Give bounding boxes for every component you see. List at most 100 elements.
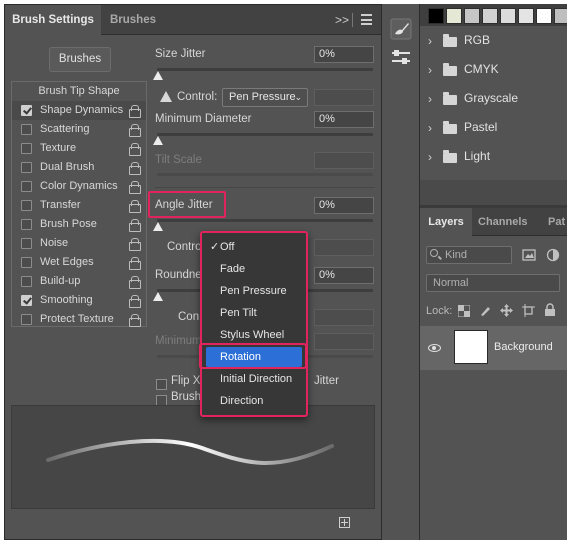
menu-item-pen-tilt[interactable]: Pen Tilt [206,303,302,323]
image-filter-icon[interactable] [522,248,536,262]
lock-position-icon[interactable] [500,304,513,317]
size-jitter-slider[interactable] [157,68,373,71]
flip-x-jitter-checkbox[interactable] [156,379,167,390]
brush-option-smoothing[interactable]: Smoothing [12,291,146,310]
brush-option-noise[interactable]: Noise [12,234,146,253]
swatch-7[interactable] [554,8,567,24]
swatch-3[interactable] [482,8,498,24]
swatch-4[interactable] [500,8,516,24]
menu-item-stylus-wheel[interactable]: Stylus Wheel [206,325,302,345]
menu-item-initial-direction[interactable]: Initial Direction [206,369,302,389]
brush-option-wet-edges[interactable]: Wet Edges [12,253,146,272]
swatch-group-cmyk[interactable]: › CMYK [420,57,567,86]
option-checkbox[interactable] [21,295,32,306]
lock-icon[interactable] [129,143,141,156]
tab-brush-settings[interactable]: Brush Settings [5,5,101,35]
layer-name: Background [494,341,553,353]
adjustment-filter-icon[interactable] [546,248,560,262]
brushes-button[interactable]: Brushes [49,47,111,72]
lock-icon[interactable] [129,314,141,327]
create-new-brush-icon[interactable] [339,517,350,528]
option-checkbox[interactable] [21,257,32,268]
brush-option-texture[interactable]: Texture [12,139,146,158]
option-checkbox[interactable] [21,162,32,173]
lock-icon[interactable] [129,257,141,270]
brush-option-scattering[interactable]: Scattering [12,120,146,139]
chevron-right-icon: › [428,92,432,106]
brush-option-shape-dynamics[interactable]: Shape Dynamics [12,101,146,120]
tab-paths[interactable]: Pat [548,208,565,236]
option-checkbox[interactable] [21,219,32,230]
option-label: Transfer [40,199,81,211]
brush-presets-icon[interactable] [390,48,412,66]
option-checkbox[interactable] [21,276,32,287]
swatch-group-grayscale[interactable]: › Grayscale [420,86,567,115]
swatch-group-label: Grayscale [464,91,519,105]
menu-item-off[interactable]: ✓ Off [206,237,302,257]
minimum-roundness-label: Minimum [155,335,202,347]
option-checkbox[interactable] [21,143,32,154]
tab-channels[interactable]: Channels [478,208,528,236]
swatch-1[interactable] [446,8,462,24]
brush-option-color-dynamics[interactable]: Color Dynamics [12,177,146,196]
lock-icon[interactable] [129,162,141,175]
size-jitter-thumb[interactable] [153,71,163,80]
brush-option-dual-brush[interactable]: Dual Brush [12,158,146,177]
option-checkbox[interactable] [21,181,32,192]
angle-jitter-label: Angle Jitter [155,199,213,211]
lock-icon[interactable] [129,276,141,289]
swatch-0[interactable] [428,8,444,24]
roundness-jitter-field[interactable]: 0% [314,267,374,284]
menu-item-direction[interactable]: Direction [206,391,302,411]
panel-menu-icon[interactable] [361,14,372,25]
roundness-jitter-thumb[interactable] [153,292,163,301]
option-label: Shape Dynamics [40,104,124,116]
option-checkbox[interactable] [21,200,32,211]
tab-brushes[interactable]: Brushes [101,5,165,35]
brush-panel-tabbar: Brush Settings Brushes >> [5,5,381,35]
eye-icon[interactable] [428,344,441,352]
lock-all-icon[interactable] [544,303,556,317]
collapse-icon[interactable]: >> [335,13,349,27]
brush-option-protect-texture[interactable]: Protect Texture [12,310,146,329]
lock-transparent-pixels-icon[interactable] [458,305,470,317]
lock-icon[interactable] [129,124,141,137]
control-select[interactable]: Pen Pressure ⌄ [222,88,308,107]
lock-icon[interactable] [129,219,141,232]
minimum-diameter-thumb[interactable] [153,136,163,145]
option-checkbox[interactable] [21,238,32,249]
blend-mode-select[interactable]: Normal [426,274,560,292]
swatch-group-pastel[interactable]: › Pastel [420,115,567,144]
angle-jitter-field[interactable]: 0% [314,197,374,214]
size-jitter-field[interactable]: 0% [314,46,374,63]
brush-option-transfer[interactable]: Transfer [12,196,146,215]
swatch-group-light[interactable]: › Light [420,144,567,173]
angle-jitter-thumb[interactable] [153,222,163,231]
swatch-5[interactable] [518,8,534,24]
lock-icon[interactable] [129,238,141,251]
minimum-diameter-field[interactable]: 0% [314,111,374,128]
minimum-diameter-slider[interactable] [157,133,373,136]
option-checkbox[interactable] [21,105,32,116]
menu-item-fade[interactable]: Fade [206,259,302,279]
menu-item-pen-pressure[interactable]: Pen Pressure [206,281,302,301]
brush-option-build-up[interactable]: Build-up [12,272,146,291]
brush-settings-icon[interactable] [390,18,412,40]
angle-jitter-slider[interactable] [157,219,373,222]
tab-layers[interactable]: Layers [420,208,472,236]
lock-icon[interactable] [129,181,141,194]
brush-option-brush-pose[interactable]: Brush Pose [12,215,146,234]
swatch-6[interactable] [536,8,552,24]
lock-icon[interactable] [129,200,141,213]
control-dropdown-menu: ✓ Off Fade Pen Pressure Pen Tilt Stylus … [200,231,308,417]
lock-icon[interactable] [129,295,141,308]
swatch-2[interactable] [464,8,480,24]
option-checkbox[interactable] [21,124,32,135]
lock-icon[interactable] [129,105,141,118]
option-checkbox[interactable] [21,314,32,325]
lock-artboard-icon[interactable] [522,304,535,317]
brush-option-brush-tip-shape[interactable]: Brush Tip Shape [12,82,146,101]
swatch-group-rgb[interactable]: › RGB [420,28,567,57]
lock-image-pixels-icon[interactable] [479,304,492,317]
checkmark-icon: ✓ [210,241,220,253]
